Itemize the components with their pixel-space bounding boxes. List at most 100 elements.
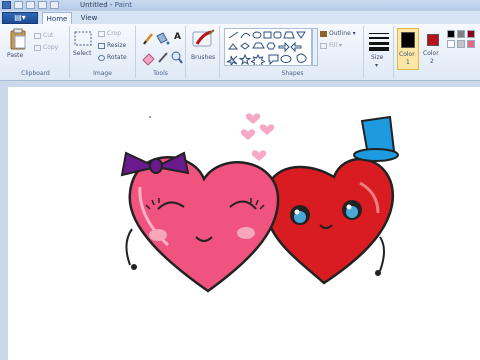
palette-color[interactable]: [467, 30, 475, 38]
pink-heart: [125, 156, 280, 293]
crop-icon: [98, 30, 105, 37]
paint-app-icon[interactable]: [2, 1, 11, 9]
fill-button[interactable]: Fill ▾: [320, 42, 342, 49]
triangle-shape-icon: [296, 31, 306, 39]
color-picker-icon[interactable]: [158, 52, 168, 63]
fill-dropdown-icon: ▾: [337, 42, 342, 49]
palette-color[interactable]: [447, 40, 455, 48]
document-name: Untitled: [80, 1, 108, 9]
shapes-group: Outline ▾ Fill ▾ Shapes: [222, 26, 364, 78]
copy-button[interactable]: Copy: [34, 44, 58, 51]
canvas-area: [0, 81, 480, 360]
tools-group: A Tools: [136, 26, 186, 78]
customize-dropdown-icon[interactable]: [50, 1, 59, 9]
resize-icon: [98, 42, 105, 49]
size-dropdown-icon: ▾: [375, 62, 379, 69]
select-icon: [74, 31, 92, 46]
brush-icon: [192, 29, 215, 47]
scissors-icon: [34, 32, 41, 39]
tab-home[interactable]: Home: [42, 12, 72, 24]
purple-bow: [120, 151, 190, 177]
resize-button[interactable]: Resize: [98, 42, 126, 49]
star-six-shape-icon: [250, 53, 266, 70]
paint-menu-button[interactable]: ▤▾: [2, 12, 38, 24]
palette-color[interactable]: [447, 30, 455, 38]
hat-brim: [353, 148, 399, 162]
magnifier-icon[interactable]: [171, 51, 183, 64]
redo-icon[interactable]: [38, 1, 47, 9]
size-group: Size ▾: [364, 26, 394, 78]
red-heart: [263, 158, 395, 285]
brushes-group: Brushes: [186, 26, 220, 78]
select-button[interactable]: Select: [73, 30, 95, 64]
ribbon: Paste Cut Copy Clipboard Select Crop Res…: [0, 24, 480, 81]
small-heart-icon: [240, 129, 256, 140]
outline-icon: [320, 30, 327, 37]
paint-window: Untitled - Paint ▤▾ Home View Paste Cut …: [0, 0, 480, 360]
text-tool-icon[interactable]: A: [174, 32, 181, 42]
image-group-label: Image: [93, 70, 112, 77]
diamond-shape-icon: [240, 42, 250, 50]
color1-button[interactable]: Color 1: [397, 28, 419, 70]
colors-group: Color 1 Color 2: [394, 26, 480, 78]
hexagon-shape-icon: [266, 42, 276, 50]
clipboard-group: Paste Cut Copy Clipboard: [2, 26, 70, 78]
right-triangle-shape-icon: [227, 43, 239, 50]
small-hearts: [240, 113, 275, 161]
rotate-icon: [98, 54, 105, 61]
shapes-gallery-icons: [226, 31, 307, 70]
rotate-button[interactable]: Rotate: [98, 54, 127, 61]
window-title: Untitled - Paint: [80, 1, 133, 9]
pentagon-shape-icon: [252, 42, 265, 49]
clipboard-group-label: Clipboard: [21, 70, 50, 77]
undo-icon[interactable]: [26, 1, 35, 9]
crop-button[interactable]: Crop: [98, 30, 121, 37]
pencil-icon[interactable]: [143, 33, 153, 45]
stray-dot: [149, 116, 151, 118]
eraser-icon[interactable]: [142, 53, 155, 66]
cut-button[interactable]: Cut: [34, 32, 53, 39]
paste-icon: [10, 28, 26, 50]
size-button[interactable]: Size ▾: [366, 28, 392, 70]
callout-rectangle-shape-icon: [268, 54, 279, 66]
rounded-rectangle-shape-icon: [273, 31, 282, 39]
small-heart-icon: [245, 113, 261, 124]
fill-icon[interactable]: [156, 32, 170, 45]
top-hat: [353, 115, 399, 162]
brushes-button[interactable]: Brushes: [189, 28, 217, 68]
palette-color[interactable]: [467, 40, 475, 48]
copy-icon: [34, 44, 41, 51]
paste-button[interactable]: Paste: [6, 28, 30, 64]
arrow-right-shape-icon: [278, 41, 290, 53]
polygon-shape-icon: [283, 31, 295, 39]
title-bar: Untitled - Paint: [0, 0, 480, 11]
ribbon-tabs: ▤▾ Home View: [0, 11, 480, 25]
drawing: [120, 113, 399, 293]
tools-group-label: Tools: [153, 70, 168, 77]
outline-dropdown-icon: ▾: [350, 30, 356, 37]
outline-button[interactable]: Outline ▾: [320, 30, 356, 37]
palette-color[interactable]: [457, 40, 465, 48]
image-group: Select Crop Resize Rotate Image: [70, 26, 136, 78]
curve-shape-icon: [240, 32, 251, 39]
star-five-shape-icon: [238, 53, 252, 66]
shapes-scroll[interactable]: [312, 28, 318, 66]
color1-swatch: [401, 32, 415, 48]
shapes-gallery[interactable]: [224, 28, 312, 70]
drawing-canvas[interactable]: [8, 87, 480, 360]
color2-button[interactable]: Color 2: [422, 28, 444, 70]
star-four-shape-icon: [226, 55, 238, 67]
save-icon[interactable]: [14, 1, 23, 9]
rectangle-shape-icon: [263, 31, 272, 39]
shapes-group-label: Shapes: [281, 70, 304, 77]
callout-cloud-shape-icon: [296, 53, 307, 63]
small-heart-icon: [259, 124, 275, 135]
quick-access-toolbar: [2, 1, 59, 10]
line-shape-icon: [228, 31, 239, 39]
arrow-left-shape-icon: [290, 41, 302, 53]
app-name: Paint: [114, 1, 133, 9]
palette-color[interactable]: [457, 30, 465, 38]
tab-view[interactable]: View: [76, 12, 102, 24]
line-width-icon: [369, 33, 389, 51]
small-heart-icon: [251, 150, 267, 161]
